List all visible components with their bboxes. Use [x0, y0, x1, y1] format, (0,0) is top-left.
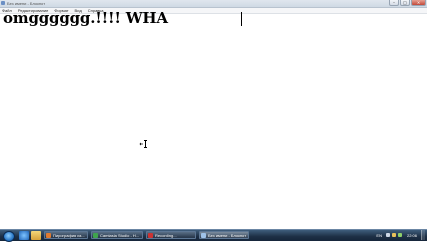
close-button[interactable]: ×	[411, 0, 426, 6]
folder-icon[interactable]	[31, 231, 41, 240]
mouse-cursor-icon	[139, 140, 147, 148]
taskbar-item-camtasia[interactable]: Camtasia Studio - Н...	[91, 231, 143, 239]
taskbar-item-label: Recording...	[155, 233, 177, 238]
volume-icon[interactable]	[391, 233, 396, 237]
ie-icon[interactable]	[19, 231, 29, 240]
taskbar-item-label: Пирография из...	[53, 233, 85, 238]
window-title: Без имени - Блокнот	[7, 1, 46, 6]
browser-icon	[46, 233, 51, 238]
record-icon	[148, 233, 153, 238]
taskbar-item-recording[interactable]: Recording...	[146, 231, 196, 239]
minimize-button[interactable]: –	[389, 0, 399, 6]
windows-start-icon[interactable]	[3, 231, 15, 242]
system-tray: EN 22:06	[376, 230, 425, 240]
taskbar-item-label: Camtasia Studio - Н...	[100, 233, 140, 238]
taskbar: Пирография из... Camtasia Studio - Н... …	[0, 229, 427, 242]
taskbar-item-browser[interactable]: Пирография из...	[44, 231, 88, 239]
taskbar-item-notepad[interactable]: Без имени - Блокнот	[199, 231, 249, 239]
window-controls: – □ ×	[388, 0, 426, 6]
notepad-icon	[1, 1, 5, 5]
show-desktop-button[interactable]	[421, 230, 425, 240]
network-icon[interactable]	[385, 233, 390, 237]
camtasia-icon	[93, 233, 98, 238]
editor-content[interactable]: omgggggg.!!!! WHA	[3, 11, 168, 26]
notepad-icon	[201, 233, 206, 238]
action-center-icon[interactable]	[397, 233, 402, 237]
maximize-button[interactable]: □	[400, 0, 410, 6]
clock[interactable]: 22:06	[407, 233, 417, 238]
language-indicator[interactable]: EN	[376, 233, 382, 238]
text-caret	[241, 12, 242, 26]
taskbar-item-label: Без имени - Блокнот	[208, 233, 247, 238]
